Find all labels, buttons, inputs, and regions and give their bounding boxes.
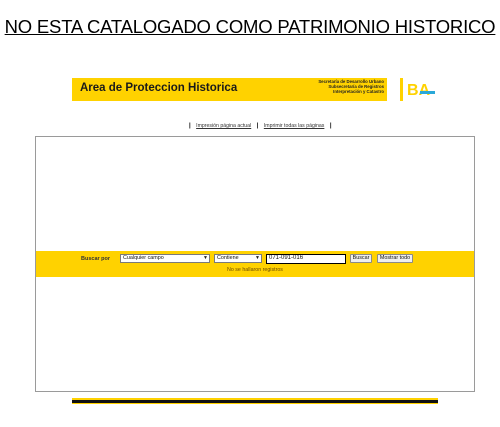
chevron-down-icon: ▼ bbox=[203, 255, 208, 261]
header-banner: Area de Proteccion Historica Secretaría … bbox=[72, 78, 387, 101]
print-links: | Impresión página actual | Imprimir tod… bbox=[185, 123, 336, 129]
logo-divider bbox=[400, 78, 403, 101]
field-select[interactable]: Cualquier campo ▼ bbox=[120, 254, 210, 263]
footer-stripe bbox=[72, 398, 438, 400]
link-separator: | bbox=[256, 123, 259, 129]
page-heading: NO ESTA CATALOGADO COMO PATRIMONIO HISTO… bbox=[4, 16, 496, 37]
chevron-down-icon: ▼ bbox=[255, 255, 260, 261]
show-all-button[interactable]: Mostrar todo bbox=[377, 254, 413, 263]
banner-title: Area de Proteccion Historica bbox=[80, 82, 238, 94]
search-button[interactable]: Buscar bbox=[350, 254, 372, 263]
banner-subtitle-line: Interpretación y Catastro bbox=[333, 89, 384, 95]
operator-select[interactable]: Contiene ▼ bbox=[214, 254, 262, 263]
ba-logo-text: BA bbox=[407, 82, 431, 98]
field-select-value: Cualquier campo bbox=[123, 255, 164, 261]
print-all-pages-link[interactable]: Imprimir todas las páginas bbox=[264, 123, 325, 129]
search-by-label: Buscar por bbox=[81, 256, 111, 262]
search-input[interactable]: 071-091-016 bbox=[266, 254, 346, 264]
banner-subtitle: Secretaría de Desarrollo Urbano Subsecre… bbox=[318, 79, 384, 95]
status-message: No se hallaron registros bbox=[227, 267, 283, 273]
ba-logo: BA bbox=[407, 82, 435, 98]
print-current-page-link[interactable]: Impresión página actual bbox=[196, 123, 251, 129]
link-separator: | bbox=[329, 123, 332, 129]
operator-select-value: Contiene bbox=[217, 255, 239, 261]
search-bar: Buscar por Cualquier campo ▼ Contiene ▼ … bbox=[36, 251, 474, 277]
link-separator: | bbox=[189, 123, 191, 129]
